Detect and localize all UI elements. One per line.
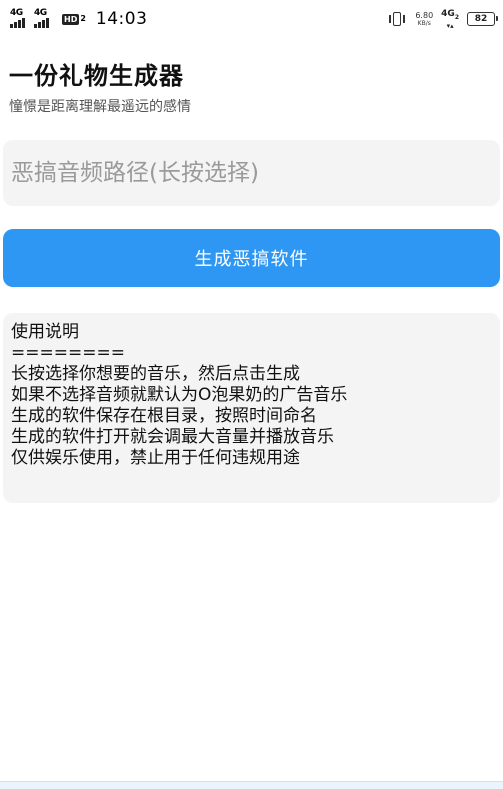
sim2-signal-icon: 4G [34, 8, 54, 30]
hd-label: HD [62, 13, 80, 25]
network-speed-value: 6.80 [415, 10, 434, 20]
bottom-edge-strip [0, 781, 503, 789]
data-network-label: 4G [441, 9, 455, 19]
audio-path-input[interactable] [3, 140, 500, 206]
data-network-icon: 4G2 ▾▴ [441, 9, 459, 30]
app-screen: 4G 4G HD 2 14:03 6.80 KB/s 4G2 ▾▴ 82 一份礼… [0, 0, 503, 789]
vibrate-icon [387, 10, 407, 28]
instructions-line: 仅供娱乐使用，禁止用于任何违规用途 [11, 448, 300, 468]
network-speed: 6.80 KB/s [415, 10, 434, 27]
instructions-card: 使用说明 ======== 长按选择你想要的音乐，然后点击生成 如果不选择音频就… [3, 313, 500, 503]
generate-button[interactable]: 生成恶搞软件 [3, 229, 500, 287]
data-activity-arrows: ▾▴ [446, 21, 454, 30]
network-speed-unit: KB/s [417, 19, 431, 27]
app-subtitle: 憧憬是距离理解最遥远的感情 [9, 99, 191, 115]
sim2-network-label: 4G [34, 8, 47, 18]
instructions-divider: ======== [11, 343, 125, 363]
battery-level: 82 [474, 14, 488, 25]
status-bar-right: 6.80 KB/s 4G2 ▾▴ 82 [387, 9, 498, 30]
app-title: 一份礼物生成器 [9, 62, 184, 90]
instructions-line: 长按选择你想要的音乐，然后点击生成 [11, 364, 300, 384]
instructions-line: 生成的软件打开就会调最大音量并播放音乐 [11, 427, 334, 447]
battery-icon: 82 [467, 12, 498, 27]
instructions-line: 生成的软件保存在根目录，按照时间命名 [11, 406, 317, 426]
sim1-network-label: 4G [10, 8, 23, 18]
data-sim-number: 2 [454, 13, 459, 21]
status-bar-left: 4G 4G HD 2 14:03 [10, 8, 147, 30]
sim1-signal-icon: 4G [10, 8, 30, 30]
status-bar: 4G 4G HD 2 14:03 6.80 KB/s 4G2 ▾▴ 82 [0, 0, 503, 40]
hd-sim-number: 2 [80, 14, 86, 23]
instructions-line: 如果不选择音频就默认为O泡果奶的广告音乐 [11, 385, 348, 405]
status-time: 14:03 [95, 9, 148, 29]
instructions-heading: 使用说明 [11, 322, 79, 342]
hd-voice-icon: HD 2 [62, 13, 86, 25]
